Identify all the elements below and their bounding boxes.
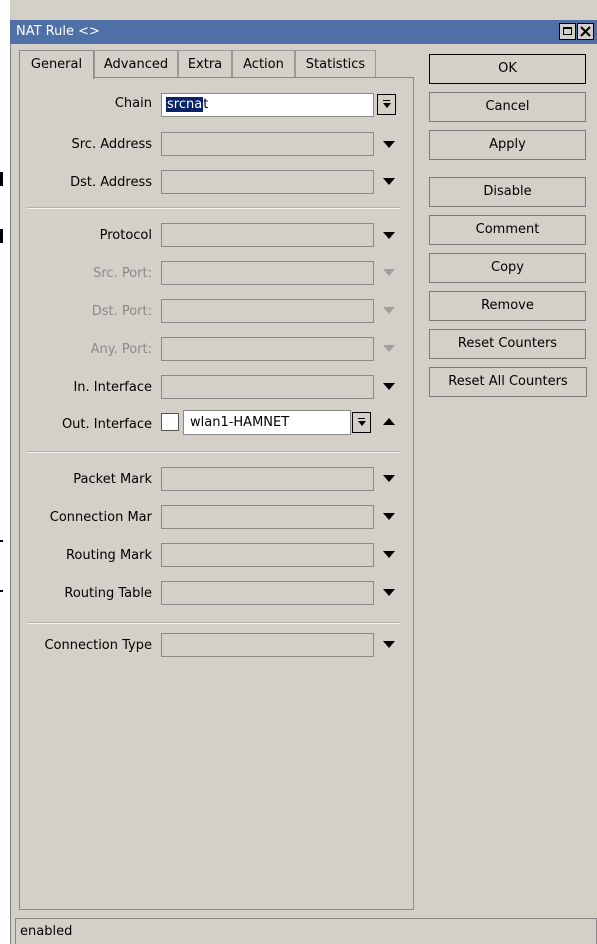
- chain-input[interactable]: srcnat: [161, 93, 374, 117]
- chain-dropdown-button[interactable]: [377, 94, 396, 115]
- src-address-label: Src. Address: [71, 137, 153, 152]
- connection-type-input[interactable]: [161, 633, 374, 657]
- maximize-icon: [563, 27, 572, 35]
- tab-advanced[interactable]: Advanced: [94, 50, 178, 77]
- protocol-input[interactable]: [161, 223, 374, 247]
- dst-port-label: Dst. Port:: [91, 304, 152, 319]
- separator: [27, 622, 400, 624]
- routing-mark-expand-icon[interactable]: [383, 551, 395, 558]
- chain-label: Chain: [114, 96, 152, 111]
- protocol-expand-icon[interactable]: [383, 232, 395, 239]
- separator: [27, 207, 400, 209]
- src-address-input[interactable]: [161, 132, 374, 156]
- background-window-edge: [0, 0, 10, 944]
- chain-value: srcnat: [166, 97, 209, 112]
- apply-button[interactable]: Apply: [429, 130, 586, 160]
- out-interface-input[interactable]: wlan1-HAMNET: [183, 410, 351, 435]
- background-edge-mark: [0, 540, 3, 542]
- in-interface-input[interactable]: [161, 375, 374, 399]
- tab-extra[interactable]: Extra: [178, 50, 232, 77]
- out-interface-label: Out. Interface: [61, 417, 152, 432]
- in-interface-label: In. Interface: [73, 380, 152, 395]
- out-interface-collapse-icon[interactable]: [383, 418, 395, 425]
- disable-button[interactable]: Disable: [429, 177, 586, 207]
- remove-button[interactable]: Remove: [429, 291, 586, 321]
- ok-button[interactable]: OK: [429, 54, 586, 84]
- connection-type-expand-icon[interactable]: [383, 641, 395, 648]
- out-interface-negate-checkbox[interactable]: [161, 413, 179, 431]
- reset-all-counters-button[interactable]: Reset All Counters: [429, 367, 587, 397]
- connection-type-label: Connection Type: [44, 638, 152, 653]
- dst-port-expand-icon: [383, 307, 395, 314]
- routing-mark-input[interactable]: [161, 543, 374, 567]
- src-port-expand-icon: [383, 269, 395, 276]
- packet-mark-label: Packet Mark: [73, 472, 152, 487]
- protocol-label: Protocol: [99, 228, 152, 243]
- any-port-label: Any. Port:: [90, 342, 152, 357]
- routing-table-expand-icon[interactable]: [383, 589, 395, 596]
- src-port-label: Src. Port:: [93, 266, 152, 281]
- out-interface-value: wlan1-HAMNET: [190, 415, 290, 430]
- close-button[interactable]: [577, 23, 594, 40]
- separator: [27, 451, 400, 453]
- dropdown-icon: [383, 100, 390, 101]
- dst-address-label: Dst. Address: [70, 175, 152, 190]
- connection-mark-expand-icon[interactable]: [383, 513, 395, 520]
- connection-mark-input[interactable]: [161, 505, 374, 529]
- title-bar[interactable]: NAT Rule <>: [10, 20, 597, 44]
- general-tab-panel: [19, 77, 414, 910]
- close-icon: [580, 26, 591, 37]
- background-edge-mark: [0, 590, 3, 592]
- packet-mark-expand-icon[interactable]: [383, 475, 395, 482]
- packet-mark-input[interactable]: [161, 467, 374, 491]
- comment-button[interactable]: Comment: [429, 215, 586, 245]
- background-edge-mark: [0, 229, 3, 243]
- out-interface-dropdown-button[interactable]: [352, 412, 371, 433]
- background-edge-mark: [0, 172, 3, 186]
- dropdown-icon: [358, 418, 365, 419]
- in-interface-expand-icon[interactable]: [383, 383, 395, 390]
- maximize-button[interactable]: [559, 23, 576, 40]
- window-title: NAT Rule <>: [16, 24, 100, 39]
- cancel-button[interactable]: Cancel: [429, 92, 586, 122]
- routing-mark-label: Routing Mark: [65, 548, 152, 563]
- tab-action[interactable]: Action: [232, 50, 295, 77]
- status-text: enabled: [20, 924, 73, 939]
- src-address-expand-icon[interactable]: [383, 141, 395, 148]
- tab-statistics[interactable]: Statistics: [295, 50, 376, 77]
- copy-button[interactable]: Copy: [429, 253, 586, 283]
- routing-table-input[interactable]: [161, 581, 374, 605]
- src-port-input: [161, 261, 374, 285]
- any-port-input: [161, 337, 374, 361]
- connection-mark-label: Connection Mar: [49, 510, 152, 525]
- dst-port-input: [161, 299, 374, 323]
- dst-address-expand-icon[interactable]: [383, 178, 395, 185]
- tab-general[interactable]: General: [19, 50, 94, 79]
- status-bar: enabled: [15, 918, 597, 944]
- routing-table-label: Routing Table: [64, 586, 152, 601]
- dst-address-input[interactable]: [161, 170, 374, 194]
- reset-counters-button[interactable]: Reset Counters: [429, 329, 586, 359]
- any-port-expand-icon: [383, 345, 395, 352]
